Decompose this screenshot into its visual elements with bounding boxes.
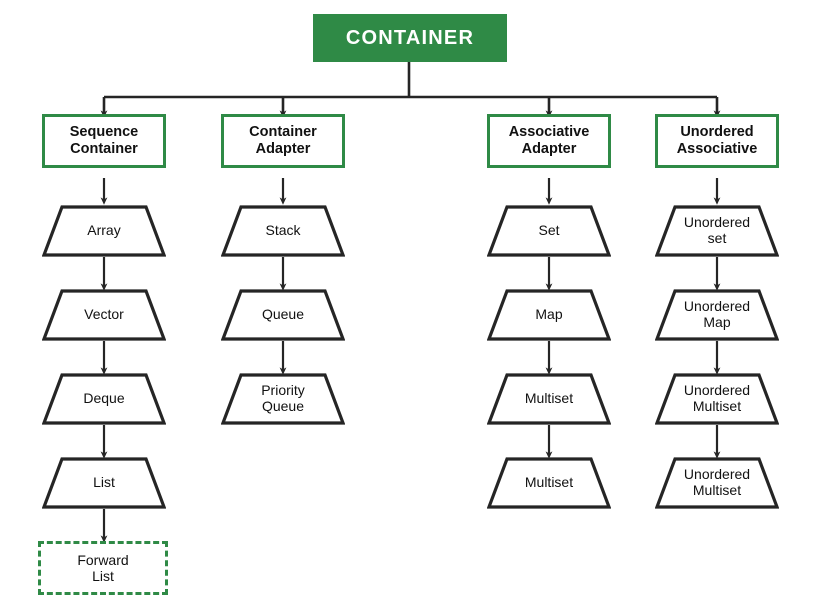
node-deque[interactable]: Deque xyxy=(42,373,166,425)
node-unordered-set[interactable]: Unordered set xyxy=(655,205,779,257)
root-node-container[interactable]: CONTAINER xyxy=(313,14,507,62)
container-hierarchy-diagram: CONTAINER Sequence Container Container A… xyxy=(0,0,818,613)
node-line-2: List xyxy=(92,568,114,584)
category-line-2: Adapter xyxy=(255,141,311,157)
trapezoid-shape xyxy=(221,373,345,425)
node-label: Forward List xyxy=(77,552,128,584)
node-line-1: Forward xyxy=(77,551,129,568)
category-box-sequence-container[interactable]: Sequence Container xyxy=(42,114,166,168)
trapezoid-shape xyxy=(42,457,166,509)
node-vector[interactable]: Vector xyxy=(42,289,166,341)
trapezoid-shape xyxy=(655,457,779,509)
category-label-sequence-container: Sequence Container xyxy=(70,124,139,158)
category-line-1: Container xyxy=(249,123,317,140)
node-unordered-multiset-1[interactable]: Unordered Multiset xyxy=(655,373,779,425)
trapezoid-shape xyxy=(655,289,779,341)
node-unordered-multiset-2[interactable]: Unordered Multiset xyxy=(655,457,779,509)
category-line-2: Associative xyxy=(676,141,758,157)
trapezoid-shape xyxy=(487,289,611,341)
category-label-container-adapter: Container Adapter xyxy=(249,124,317,158)
category-label-unordered-associative: Unordered Associative xyxy=(677,124,758,158)
trapezoid-shape xyxy=(487,205,611,257)
node-priority-queue[interactable]: Priority Queue xyxy=(221,373,345,425)
category-line-1: Sequence xyxy=(69,123,139,140)
trapezoid-shape xyxy=(221,205,345,257)
category-label-associative-adapter: Associative Adapter xyxy=(509,124,590,158)
node-queue[interactable]: Queue xyxy=(221,289,345,341)
node-array[interactable]: Array xyxy=(42,205,166,257)
node-multiset-2[interactable]: Multiset xyxy=(487,457,611,509)
node-map[interactable]: Map xyxy=(487,289,611,341)
trapezoid-shape xyxy=(42,205,166,257)
trapezoid-shape xyxy=(655,373,779,425)
trapezoid-shape xyxy=(487,373,611,425)
trapezoid-shape xyxy=(655,205,779,257)
trapezoid-shape xyxy=(42,373,166,425)
node-multiset-1[interactable]: Multiset xyxy=(487,373,611,425)
node-unordered-map[interactable]: Unordered Map xyxy=(655,289,779,341)
node-set[interactable]: Set xyxy=(487,205,611,257)
node-forward-list[interactable]: Forward List xyxy=(38,541,168,595)
root-node-label: CONTAINER xyxy=(345,27,475,49)
node-list[interactable]: List xyxy=(42,457,166,509)
trapezoid-shape xyxy=(221,289,345,341)
category-box-unordered-associative[interactable]: Unordered Associative xyxy=(655,114,779,168)
category-line-1: Associative xyxy=(508,123,590,140)
category-line-2: Container xyxy=(70,141,138,157)
node-stack[interactable]: Stack xyxy=(221,205,345,257)
trapezoid-shape xyxy=(487,457,611,509)
category-box-associative-adapter[interactable]: Associative Adapter xyxy=(487,114,611,168)
trapezoid-shape xyxy=(42,289,166,341)
category-line-2: Adapter xyxy=(521,141,577,157)
category-line-1: Unordered xyxy=(680,123,754,140)
category-box-container-adapter[interactable]: Container Adapter xyxy=(221,114,345,168)
